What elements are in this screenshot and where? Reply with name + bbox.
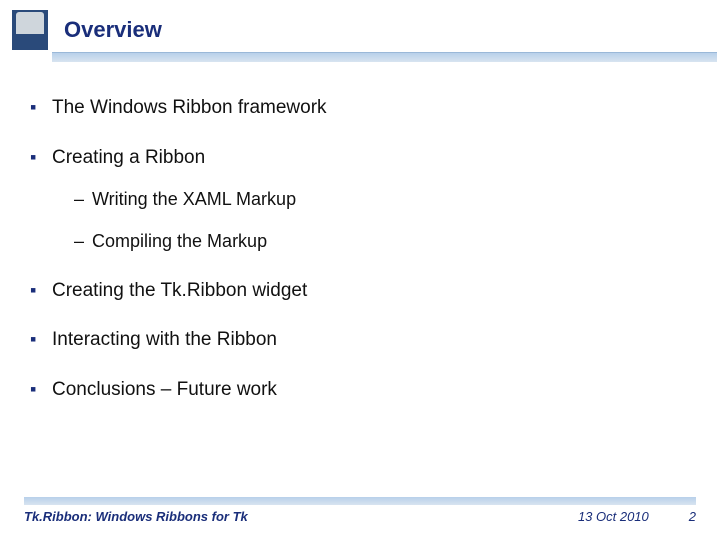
title-underline <box>52 52 717 62</box>
bullet-text: Interacting with the Ribbon <box>52 329 277 350</box>
bullet-text: Creating a Ribbon <box>52 147 205 168</box>
footer-page-number: 2 <box>689 509 696 524</box>
logo-icon <box>12 10 48 50</box>
footer-divider <box>24 497 696 505</box>
bullet-item: Creating a Ribbon Writing the XAML Marku… <box>30 146 690 253</box>
sub-bullet-item: Compiling the Markup <box>74 230 690 253</box>
sub-bullet-item: Writing the XAML Markup <box>74 188 690 211</box>
sub-bullet-text: Writing the XAML Markup <box>92 189 296 209</box>
bullet-item: The Windows Ribbon framework <box>30 96 690 120</box>
bullet-text: The Windows Ribbon framework <box>52 97 327 118</box>
slide-header: Overview <box>0 0 720 52</box>
footer-date: 13 Oct 2010 <box>578 509 649 524</box>
slide-footer: Tk.Ribbon: Windows Ribbons for Tk 13 Oct… <box>0 497 720 524</box>
footer-title: Tk.Ribbon: Windows Ribbons for Tk <box>24 509 578 524</box>
bullet-item: Creating the Tk.Ribbon widget <box>30 279 690 303</box>
bullet-item: Interacting with the Ribbon <box>30 328 690 352</box>
bullet-text: Creating the Tk.Ribbon widget <box>52 280 307 301</box>
slide-content: The Windows Ribbon framework Creating a … <box>0 62 720 402</box>
footer-row: Tk.Ribbon: Windows Ribbons for Tk 13 Oct… <box>24 509 696 524</box>
bullet-text: Conclusions – Future work <box>52 379 277 400</box>
sub-bullet-group: Writing the XAML Markup Compiling the Ma… <box>52 188 690 253</box>
bullet-item: Conclusions – Future work <box>30 378 690 402</box>
sub-bullet-text: Compiling the Markup <box>92 231 267 251</box>
slide-title: Overview <box>64 17 162 43</box>
